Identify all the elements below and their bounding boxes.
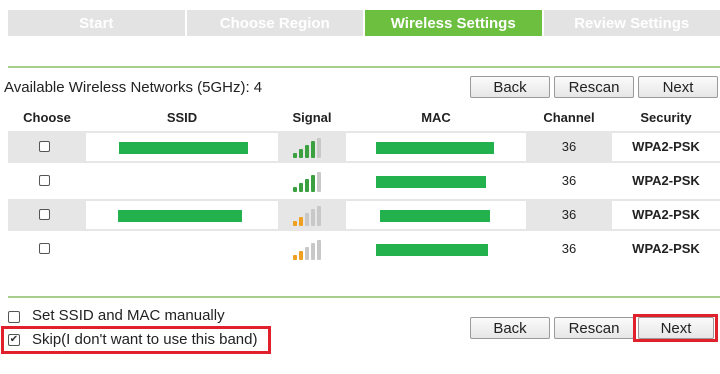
- col-signal: Signal: [292, 110, 332, 125]
- signal-bar: [293, 187, 297, 192]
- mac-redacted: [376, 244, 488, 256]
- signal-icon: [293, 240, 333, 260]
- signal-bar: [317, 240, 321, 260]
- ssid-cell: [86, 201, 278, 229]
- skip-label: Skip(I don't want to use this band): [32, 331, 258, 348]
- security-value: WPA2-PSK: [632, 173, 700, 188]
- mac-cell: [346, 235, 526, 263]
- signal-bar: [299, 183, 303, 192]
- network-table-header: Choose SSID Signal MAC Channel Security: [8, 108, 720, 126]
- signal-bar: [299, 217, 303, 226]
- row-checkbox[interactable]: [39, 243, 50, 254]
- col-choose: Choose: [23, 110, 71, 125]
- signal-bar: [299, 251, 303, 260]
- table-row[interactable]: 36 WPA2-PSK: [8, 199, 720, 231]
- back-button-bottom[interactable]: Back: [470, 317, 550, 339]
- signal-bar: [317, 172, 321, 192]
- signal-bar: [293, 221, 297, 226]
- step-choose-region[interactable]: Choose Region: [186, 10, 363, 36]
- mac-cell: [346, 201, 526, 229]
- signal-icon: [293, 138, 333, 158]
- signal-bar: [317, 138, 321, 158]
- divider-bottom: [8, 296, 720, 298]
- rescan-button-bottom[interactable]: Rescan: [554, 317, 634, 339]
- next-button-bottom[interactable]: Next: [638, 317, 714, 339]
- mac-redacted: [380, 210, 490, 222]
- channel-value: 36: [561, 207, 577, 222]
- step-start[interactable]: Start: [8, 10, 185, 36]
- col-ssid: SSID: [166, 110, 198, 125]
- signal-bar: [305, 247, 309, 260]
- mac-redacted: [376, 142, 494, 154]
- signal-icon: [293, 206, 333, 226]
- channel-value: 36: [561, 139, 577, 154]
- col-security: Security: [640, 110, 692, 125]
- ssid-cell: [86, 133, 278, 161]
- available-networks-label: Available Wireless Networks (5GHz): 4: [4, 79, 263, 96]
- step-wireless-settings[interactable]: Wireless Settings: [365, 10, 542, 36]
- signal-bar: [305, 213, 309, 226]
- signal-bar: [293, 255, 297, 260]
- rescan-button-top[interactable]: Rescan: [554, 76, 634, 98]
- signal-bar: [311, 175, 315, 192]
- manual-checkbox[interactable]: [8, 311, 20, 323]
- ssid-redacted: [119, 142, 248, 154]
- row-checkbox[interactable]: [39, 141, 50, 152]
- signal-bar: [299, 149, 303, 158]
- mac-redacted: [376, 176, 486, 188]
- table-row[interactable]: 36 WPA2-PSK: [8, 131, 720, 163]
- col-mac: MAC: [421, 110, 451, 125]
- security-value: WPA2-PSK: [632, 207, 700, 222]
- security-value: WPA2-PSK: [632, 139, 700, 154]
- ssid-redacted: [118, 210, 242, 222]
- manual-label: Set SSID and MAC manually: [32, 307, 225, 324]
- signal-bar: [305, 145, 309, 158]
- signal-icon: [293, 172, 333, 192]
- divider-top: [8, 66, 720, 68]
- step-review-settings[interactable]: Review Settings: [543, 10, 720, 36]
- channel-value: 36: [561, 241, 577, 256]
- back-button-top[interactable]: Back: [470, 76, 550, 98]
- signal-bar: [311, 141, 315, 158]
- table-row[interactable]: 36 WPA2-PSK: [8, 165, 720, 197]
- mac-cell: [346, 167, 526, 195]
- signal-bar: [311, 243, 315, 260]
- security-value: WPA2-PSK: [632, 241, 700, 256]
- channel-value: 36: [561, 173, 577, 188]
- mac-cell: [346, 133, 526, 161]
- row-checkbox[interactable]: [39, 175, 50, 186]
- skip-checkbox[interactable]: ✔: [8, 334, 20, 346]
- wizard-steps: Start Choose Region Wireless Settings Re…: [8, 10, 720, 36]
- row-checkbox[interactable]: [39, 209, 50, 220]
- signal-bar: [305, 179, 309, 192]
- signal-bar: [293, 153, 297, 158]
- col-channel: Channel: [543, 110, 595, 125]
- table-row[interactable]: 36 WPA2-PSK: [8, 233, 720, 265]
- signal-bar: [311, 209, 315, 226]
- signal-bar: [317, 206, 321, 226]
- next-button-top[interactable]: Next: [638, 76, 718, 98]
